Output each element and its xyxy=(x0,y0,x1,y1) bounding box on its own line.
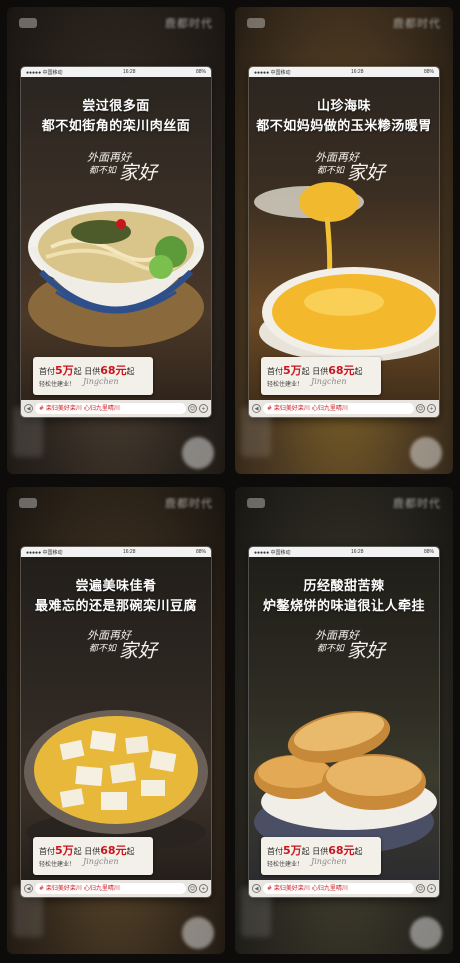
carrier-label: ●●●●● 中国移动 xyxy=(26,69,63,76)
message-field[interactable]: # 栾归美好栾川 心归九里晴川 xyxy=(35,883,186,894)
phone-mockup: ●●●●● 中国移动 16:28 88% 历经酸甜苦辣 炉鏊烧饼的味道很让人牵挂… xyxy=(249,547,439,897)
poster-card-3: 鹿都时代 ●●●●● 中国移动 16:28 88% 尝遍美味佳肴 最难忘的还是那… xyxy=(7,487,225,954)
menu-icon xyxy=(19,18,37,28)
poster-headline: 尝遍美味佳肴 最难忘的还是那碗栾川豆腐 xyxy=(34,579,197,614)
price-box: 首付5万起 日供68元起 轻松住建业！ Jingchen xyxy=(33,837,153,875)
baked-cakes-image xyxy=(254,711,437,854)
plus-icon[interactable]: + xyxy=(199,404,208,413)
calligraphy-slogan: 外面再好 都不如 家好 xyxy=(87,629,158,662)
chat-input-bar: ◀ # 栾归美好栾川 心归九里晴川 ☺ + xyxy=(21,400,211,417)
poster-topbar: 鹿都时代 xyxy=(7,487,225,519)
noodle-bowl-image xyxy=(28,203,204,347)
poster-headline: 历经酸甜苦辣 炉鏊烧饼的味道很让人牵挂 xyxy=(262,579,425,614)
price-box: 首付5万起 日供68元起 轻松住建业！ Jingchen xyxy=(33,357,153,395)
plus-icon[interactable]: + xyxy=(199,884,208,893)
signature: Jingchen xyxy=(83,377,119,386)
brand-logo: 鹿都时代 xyxy=(393,497,441,510)
chat-input-bar: ◀ # 栾归美好栾川 心归九里晴川 ☺ + xyxy=(21,880,211,897)
status-bar: ●●●●● 中国移动 16:28 88% xyxy=(249,67,439,77)
brand-logo: 鹿都时代 xyxy=(165,17,213,30)
emoji-icon[interactable]: ☺ xyxy=(416,404,425,413)
poster-topbar: 鹿都时代 xyxy=(235,7,453,39)
message-field[interactable]: # 栾归美好栾川 心归九里晴川 xyxy=(35,403,186,414)
headline-line1: 尝过很多面 xyxy=(82,99,150,114)
brand-logo: 鹿都时代 xyxy=(165,497,213,510)
calligraphy-slogan: 外面再好 都不如 家好 xyxy=(315,629,386,662)
chat-input-bar: ◀ # 栾归美好栾川 心归九里晴川 ☺ + xyxy=(249,880,439,897)
calligraphy-slogan: 外面再好 都不如 家好 xyxy=(315,151,386,184)
plus-icon[interactable]: + xyxy=(427,404,436,413)
round-button-blur xyxy=(182,917,214,949)
slogan-text: 轻松住建业！ xyxy=(39,381,76,388)
status-bar: ●●●●● 中国移动 16:28 88% xyxy=(249,547,439,557)
time-label: 16:28 xyxy=(122,69,136,75)
round-button-blur xyxy=(182,437,214,469)
poster-topbar: 鹿都时代 xyxy=(235,487,453,519)
emoji-icon[interactable]: ☺ xyxy=(188,884,197,893)
poster-topbar: 鹿都时代 xyxy=(7,7,225,39)
emoji-icon[interactable]: ☺ xyxy=(416,884,425,893)
tofu-pot-image xyxy=(24,710,208,852)
emoji-icon[interactable]: ☺ xyxy=(188,404,197,413)
poster-card-1: 鹿都时代 ●●●●● 中国移动 16:28 88% 尝过很多面 都不如街角的栾川… xyxy=(7,7,225,474)
corn-soup-image xyxy=(254,182,439,362)
status-bar: ●●●●● 中国移动 16:28 88% xyxy=(21,67,211,77)
poster-card-2: 鹿都时代 ●●●●● 中国移动 16:28 88% 山珍海味 都不如妈妈做的玉米… xyxy=(235,7,453,474)
plus-icon[interactable]: + xyxy=(427,884,436,893)
price-box: 首付5万起 日供68元起 轻松住建业！ Jingchen xyxy=(261,837,381,875)
phone-mockup: ●●●●● 中国移动 16:28 88% 山珍海味 都不如妈妈做的玉米糁汤暖胃 … xyxy=(249,67,439,417)
status-bar: ●●●●● 中国移动 16:28 88% xyxy=(21,547,211,557)
calligraphy-slogan: 外面再好 都不如 家好 xyxy=(87,151,158,184)
menu-icon xyxy=(247,18,265,28)
poster-card-4: 鹿都时代 ●●●●● 中国移动 16:28 88% 历经酸甜苦辣 炉鏊烧饼的味道… xyxy=(235,487,453,954)
phone-mockup: ●●●●● 中国移动 16:28 88% 尝过很多面 都不如街角的栾川肉丝面 外… xyxy=(21,67,211,417)
headline-line2: 都不如街角的栾川肉丝面 xyxy=(41,119,191,134)
phone-mockup: ●●●●● 中国移动 16:28 88% 尝遍美味佳肴 最难忘的还是那碗栾川豆腐 xyxy=(21,547,211,897)
battery-label: 88% xyxy=(195,69,206,75)
menu-icon xyxy=(247,498,265,508)
menu-icon xyxy=(19,498,37,508)
price-box: 首付5万起 日供68元起 轻松住建业！ Jingchen xyxy=(261,357,381,395)
brand-logo: 鹿都时代 xyxy=(393,17,441,30)
round-button-blur xyxy=(410,917,442,949)
poster-headline: 尝过很多面 都不如街角的栾川肉丝面 xyxy=(21,97,211,137)
message-field[interactable]: # 栾归美好栾川 心归九里晴川 xyxy=(263,883,414,894)
chat-input-bar: ◀ # 栾归美好栾川 心归九里晴川 ☺ + xyxy=(249,400,439,417)
poster-headline: 山珍海味 都不如妈妈做的玉米糁汤暖胃 xyxy=(256,99,432,134)
message-field[interactable]: # 栾归美好栾川 心归九里晴川 xyxy=(263,403,414,414)
round-button-blur xyxy=(410,437,442,469)
